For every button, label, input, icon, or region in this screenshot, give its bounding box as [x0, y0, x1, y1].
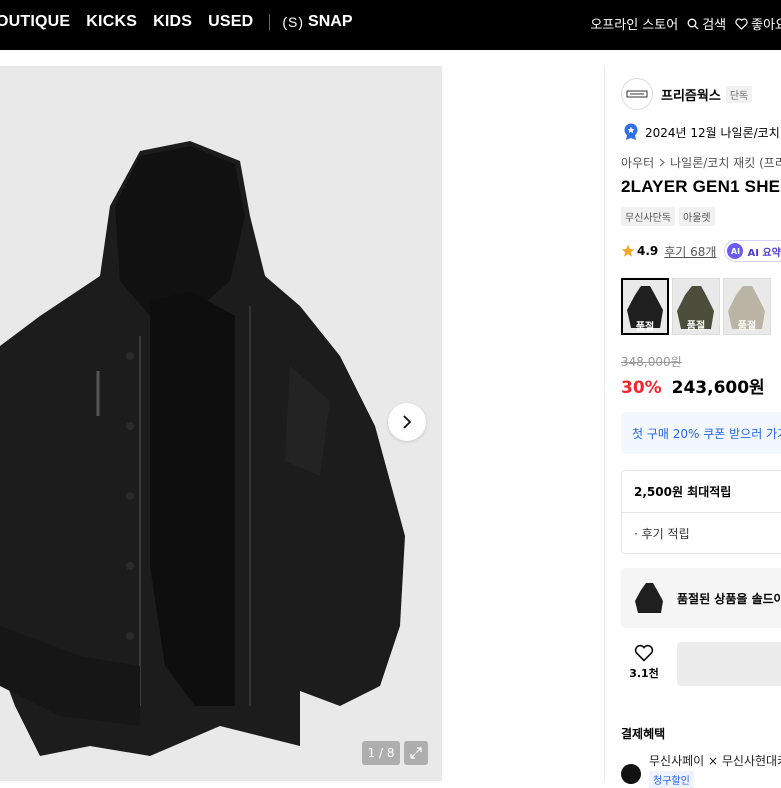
rating-value: 4.9 — [637, 244, 659, 258]
tag-musinsa-exclusive: 무신사단독 — [621, 207, 675, 226]
rating-row: 4.9 후기 68개 AI AI 요약 보 — [621, 240, 781, 262]
soldout-notice[interactable]: 품절된 상품을 솔드아웃 — [621, 568, 781, 628]
payment-benefit-text: 무신사페이 × 무신사현대카 — [649, 754, 781, 768]
award-text: 2024년 12월 나일론/코치 — [645, 125, 780, 140]
sold-out-label: 품절 — [635, 322, 655, 333]
product-tags: 무신사단독 아울렛 — [621, 207, 719, 226]
expand-icon — [410, 747, 422, 759]
offline-store-link[interactable]: 오프라인 스토어 — [590, 14, 678, 33]
nav-categories: OUTIQUE KICKS KIDS USED (S) SNAP — [0, 13, 353, 31]
discount-rate: 30% — [621, 378, 662, 398]
review-count-link[interactable]: 후기 68개 — [664, 243, 716, 260]
nav-divider — [269, 14, 271, 30]
star-icon — [621, 244, 635, 257]
soldout-text: 품절된 상품을 솔드아웃 — [677, 591, 781, 606]
product-image-gallery[interactable]: 1 / 8 — [0, 66, 442, 781]
likes-button[interactable]: 좋아요 — [735, 14, 781, 33]
heart-icon — [735, 17, 748, 30]
product-info-panel: 프리즘웍스 단독 2024년 12월 나일론/코치 아우터 나일론/코치 재킷 … — [604, 66, 781, 788]
brand-row[interactable]: 프리즘웍스 단독 — [621, 78, 753, 110]
exclusive-badge: 단독 — [725, 85, 753, 103]
snap-label: SNAP — [308, 13, 353, 30]
payment-benefits-title: 결제혜택 — [621, 727, 666, 741]
nav-item-boutique[interactable]: OUTIQUE — [0, 13, 70, 31]
chevron-right-icon — [659, 156, 666, 170]
search-button[interactable]: 검색 — [687, 14, 726, 33]
nav-utilities: 오프라인 스토어 검색 좋아요 — [581, 14, 781, 33]
sold-out-label: 품절 — [737, 321, 757, 332]
musinsa-pay-icon — [621, 764, 641, 784]
ai-summary-button[interactable]: AI AI 요약 보 — [724, 240, 781, 262]
nav-item-used[interactable]: USED — [208, 13, 253, 31]
swatch-black[interactable]: 품절 — [621, 278, 669, 335]
tag-outlet: 아울렛 — [679, 207, 715, 226]
expand-image-button[interactable] — [404, 741, 428, 765]
brand-name[interactable]: 프리즘웍스 — [661, 85, 721, 104]
award-medal-icon — [624, 123, 638, 140]
sold-out-label: 품절 — [686, 321, 706, 332]
original-price: 348,000원 — [621, 355, 682, 369]
swatch-beige[interactable]: 품절 — [723, 278, 771, 335]
next-image-button[interactable] — [388, 403, 426, 441]
purchase-button[interactable] — [677, 642, 781, 686]
ai-icon: AI — [727, 243, 744, 259]
jacket-product-image — [0, 141, 405, 756]
payment-benefit-row[interactable]: 무신사페이 × 무신사현대카 청구할인 — [621, 752, 781, 788]
review-points: · 후기 적립 — [634, 527, 690, 541]
snap-logo-icon: (S) — [282, 14, 305, 30]
nav-item-kids[interactable]: KIDS — [153, 13, 192, 31]
likes-label: 좋아요 — [751, 18, 781, 33]
max-points[interactable]: 2,500원 최대적립 — [622, 471, 781, 513]
payment-benefit-sub: 청구할인 — [649, 771, 694, 788]
like-count: 3.1천 — [629, 667, 659, 680]
sale-price: 243,600원 — [671, 378, 765, 398]
image-counter: 1 / 8 — [362, 741, 400, 765]
swatch-khaki[interactable]: 품절 — [672, 278, 720, 335]
nav-item-snap[interactable]: (S) SNAP — [282, 13, 352, 31]
ai-summary-label: AI 요약 보 — [747, 247, 781, 259]
first-purchase-coupon-banner[interactable]: 첫 구매 20% 쿠폰 받으러 가기 — [621, 412, 781, 454]
top-navigation-bar: OUTIQUE KICKS KIDS USED (S) SNAP 오프라인 스토… — [0, 0, 781, 50]
chevron-right-icon — [403, 415, 412, 429]
breadcrumb-category[interactable]: 아우터 — [621, 154, 654, 171]
search-label: 검색 — [702, 18, 727, 33]
brand-logo-icon — [621, 78, 653, 110]
ranking-award[interactable]: 2024년 12월 나일론/코치 — [623, 123, 780, 141]
like-button[interactable]: 3.1천 — [621, 644, 667, 681]
search-icon — [687, 18, 699, 29]
soldout-product-thumbnail — [633, 579, 665, 617]
breadcrumb: 아우터 나일론/코치 재킷 (프리 — [621, 154, 781, 171]
nav-item-kicks[interactable]: KICKS — [86, 13, 137, 31]
points-box: 2,500원 최대적립 · 후기 적립 — [621, 470, 781, 554]
color-swatches: 품절 품절 품절 — [621, 278, 774, 335]
heart-outline-icon — [634, 644, 654, 662]
product-title: 2LAYER GEN1 SHEL — [621, 177, 781, 196]
price-row: 30% 243,600원 — [621, 373, 765, 398]
breadcrumb-subcategory[interactable]: 나일론/코치 재킷 (프리 — [670, 154, 781, 171]
